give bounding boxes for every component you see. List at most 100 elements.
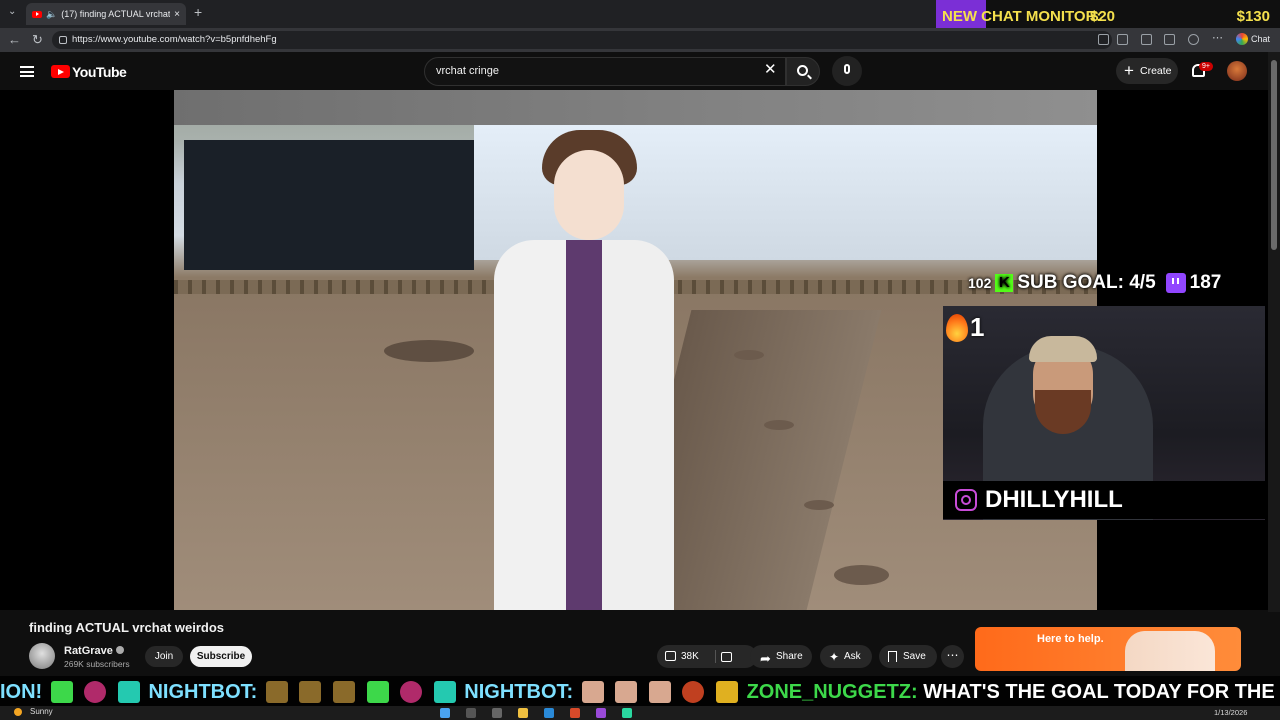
weather-text: Sunny	[30, 707, 53, 716]
plus-icon: +	[1124, 61, 1134, 80]
create-label: Create	[1140, 65, 1172, 77]
twitch-logo-icon	[1165, 273, 1186, 293]
kick-logo-icon: K	[995, 274, 1014, 292]
sword-emote-icon	[366, 680, 389, 703]
reload-icon[interactable]: ↻	[32, 33, 43, 47]
search-button[interactable]	[786, 57, 820, 86]
chat-monitor-total: $130	[1236, 8, 1270, 25]
task-view-icon[interactable]	[492, 708, 502, 718]
ask-button[interactable]: ✦ Ask	[820, 645, 872, 668]
channel-avatar[interactable]	[29, 643, 55, 669]
notifications-badge: 9+	[1199, 62, 1213, 71]
youtube-logo-icon[interactable]	[51, 65, 70, 78]
join-button[interactable]: Join	[145, 646, 183, 667]
chat-label: Chat	[1251, 34, 1271, 44]
pixel-emote-icon	[333, 680, 356, 703]
ad-text: Here to help.	[1037, 633, 1104, 645]
tab-title: (17) finding ACTUAL vrchat w	[61, 9, 171, 19]
site-info-icon[interactable]	[59, 36, 67, 44]
chat-ticker-overlay: ION! NIGHTBOT: NIGHTBOT: ZONE_NUGGETZ: W…	[0, 676, 1280, 706]
account-avatar[interactable]	[1227, 61, 1247, 81]
favorites-icon[interactable]	[1164, 34, 1175, 45]
taskbar-date[interactable]: 1/13/2026	[1214, 708, 1247, 717]
channel-name-text[interactable]: RatGrave	[64, 645, 113, 657]
flame-icon	[946, 313, 968, 342]
copilot-chat-button[interactable]: Chat	[1236, 33, 1270, 45]
instagram-handle: DHILLYHILL	[985, 486, 1123, 513]
badge-emote-icon	[716, 680, 738, 703]
app-icon[interactable]	[570, 708, 580, 718]
share-button[interactable]: ➦ Share	[750, 645, 812, 668]
clear-search-icon[interactable]: ✕	[764, 62, 777, 78]
menu-dots-icon[interactable]: ⋯	[1212, 31, 1223, 44]
webcam-person-hat	[1029, 336, 1097, 362]
edge-icon[interactable]	[544, 708, 554, 718]
video-scene-avatar-body	[494, 240, 674, 610]
video-scene-wall	[184, 140, 474, 270]
thumbs-up-icon[interactable]	[665, 651, 676, 661]
sparkle-icon: ✦	[829, 650, 840, 664]
speaker-icon[interactable]: 🔈	[46, 9, 57, 20]
video-scene-ceiling	[174, 90, 1097, 125]
instagram-icon	[955, 489, 977, 511]
save-label: Save	[903, 651, 926, 662]
face-emote-icon	[581, 680, 604, 703]
page-scrollbar[interactable]	[1268, 52, 1280, 612]
more-actions-button[interactable]: ⋯	[941, 645, 964, 668]
voice-search-button[interactable]	[832, 56, 862, 86]
viewer-count: 187	[1189, 272, 1222, 293]
ad-image	[1125, 631, 1215, 671]
ticker-message: WHAT'S THE GOAL TODAY FOR THE GAME?	[923, 680, 1280, 703]
save-button[interactable]: Save	[879, 645, 937, 668]
verified-badge-icon	[115, 646, 124, 654]
ticker-username: NIGHTBOT:	[464, 680, 574, 703]
robot-emote-icon	[117, 680, 140, 703]
copilot-icon	[1236, 33, 1248, 45]
face-emote-icon	[648, 680, 671, 703]
extensions-icon[interactable]	[1141, 34, 1152, 45]
close-tab-icon[interactable]: ×	[174, 9, 180, 20]
scrollbar-thumb[interactable]	[1271, 60, 1277, 250]
weather-widget[interactable]: Sunny	[14, 707, 53, 716]
url-field[interactable]: https://www.youtube.com/watch?v=b5pnfdhe…	[52, 31, 1112, 49]
pixel-emote-icon	[265, 680, 288, 703]
hamburger-menu-icon[interactable]	[20, 66, 34, 77]
youtube-logo-text[interactable]: YouTube	[72, 64, 127, 80]
create-button[interactable]: + Create	[1116, 58, 1178, 84]
browser-tab[interactable]: 🔈 (17) finding ACTUAL vrchat w ×	[26, 3, 186, 25]
like-count[interactable]: 38K	[681, 651, 699, 662]
ad-banner[interactable]: Here to help.	[975, 627, 1241, 671]
fire-count: 1	[970, 312, 985, 342]
subscriber-count: 269K subscribers	[64, 659, 130, 669]
sun-icon	[14, 707, 22, 716]
app-icon[interactable]	[596, 708, 606, 718]
search-taskbar-icon[interactable]	[466, 708, 476, 718]
hat-emote-icon	[400, 680, 423, 703]
file-explorer-icon[interactable]	[518, 708, 528, 718]
url-text: https://www.youtube.com/watch?v=b5pnfdhe…	[72, 34, 277, 45]
back-arrow-icon[interactable]: ←	[8, 33, 21, 47]
thumbs-down-icon[interactable]	[721, 652, 732, 662]
video-scene-stool	[734, 350, 764, 360]
channel-name[interactable]: RatGrave	[64, 645, 124, 657]
share-arrow-icon: ➦	[760, 651, 771, 666]
profile-icon[interactable]	[1188, 34, 1199, 45]
video-scene-round-table	[384, 340, 474, 362]
tab-list-chevron-icon[interactable]: ⌄	[8, 6, 16, 17]
youtube-favicon-icon	[32, 10, 42, 18]
share-label: Share	[776, 651, 803, 662]
video-scene-stool	[834, 565, 889, 585]
sub-goal-text: SUB GOAL: 4/5	[1017, 272, 1156, 293]
search-input[interactable]: vrchat cringe	[424, 57, 786, 86]
app-icon[interactable]	[622, 708, 632, 718]
bookmark-star-icon[interactable]	[1117, 34, 1128, 45]
new-tab-button[interactable]: +	[194, 4, 202, 20]
subscribe-button[interactable]: Subscribe	[190, 646, 252, 667]
hat-emote-icon	[84, 680, 107, 703]
ticker-text: ION!	[0, 680, 43, 703]
start-icon[interactable]	[440, 708, 450, 718]
microphone-icon	[844, 64, 850, 74]
address-bar-row: ← ↻ https://www.youtube.com/watch?v=b5pn…	[0, 28, 1280, 52]
video-scene-stool	[764, 420, 794, 430]
install-app-icon[interactable]	[1098, 34, 1109, 45]
